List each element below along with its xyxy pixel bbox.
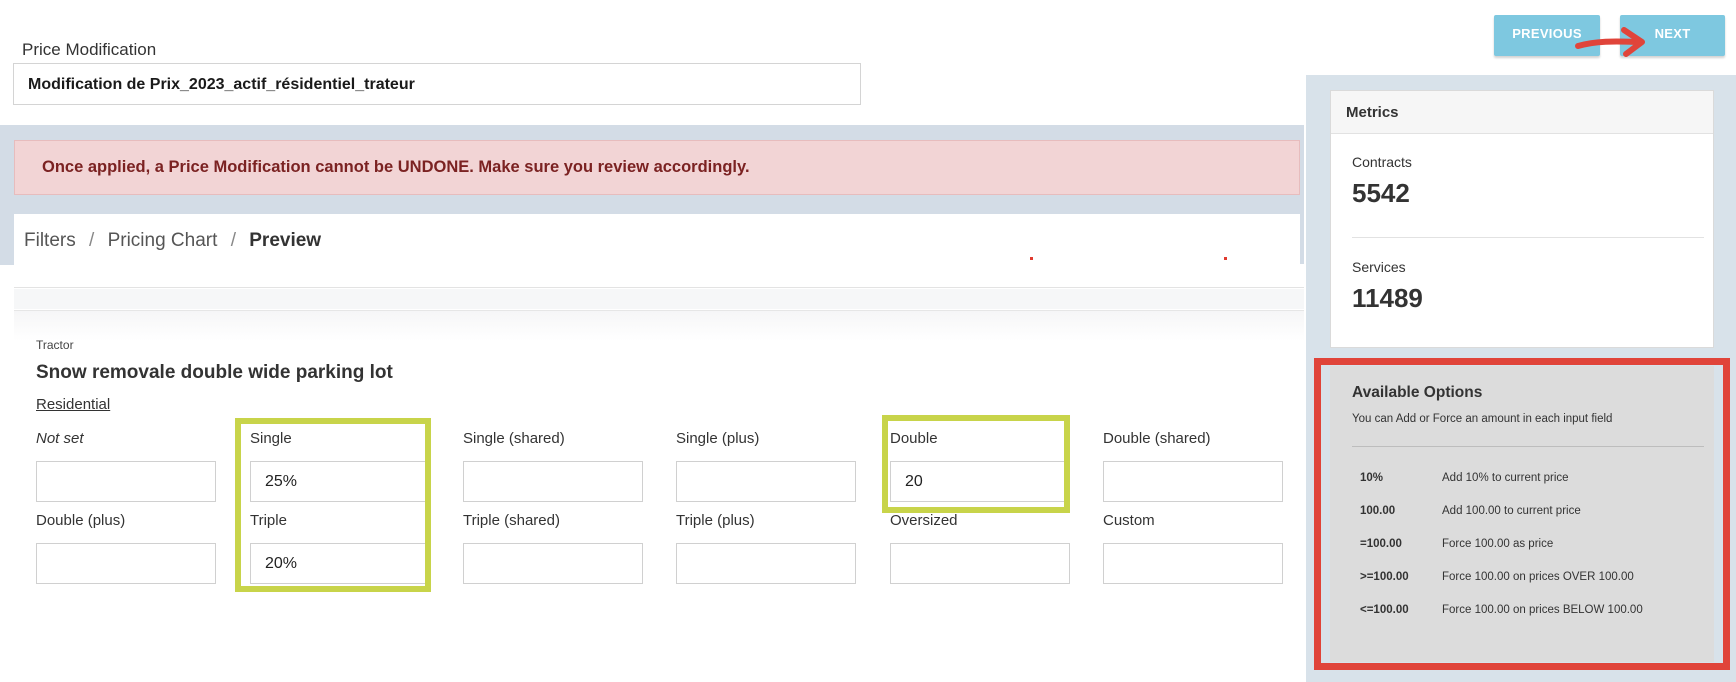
price-input-custom[interactable] [1103,543,1283,584]
price-input-single-shared[interactable] [463,461,643,502]
breadcrumb-item-filters[interactable]: Filters [24,230,76,251]
field-label-double-plus: Double (plus) [36,512,126,529]
breadcrumb: Filters / Pricing Chart / Preview [14,214,1300,264]
available-options-title: Available Options [1352,384,1483,401]
irreversible-warning-alert: Once applied, a Price Modification canno… [14,140,1300,195]
metrics-divider [1352,237,1704,238]
field-label-single: Single [250,430,292,447]
option-description: Add 10% to current price [1442,472,1569,484]
zone-link[interactable]: Residential [36,396,110,413]
price-modification-label: Price Modification [22,40,157,59]
red-mark [1030,257,1033,260]
field-label-triple: Triple [250,512,287,529]
service-category: Tractor [36,338,74,352]
price-input-single[interactable] [250,461,430,502]
price-modification-name-field[interactable]: Modification de Prix_2023_actif_résident… [13,63,861,105]
option-code: >=100.00 [1360,571,1409,583]
price-input-not-set[interactable] [36,461,216,502]
breadcrumb-item-preview: Preview [249,230,322,251]
red-mark [1224,257,1227,260]
option-code: =100.00 [1360,538,1402,550]
options-divider [1352,446,1704,447]
arrow-annotation-icon [1575,27,1645,57]
option-code: 10% [1360,472,1384,484]
price-input-double-shared[interactable] [1103,461,1283,502]
breadcrumb-item-pricing-chart[interactable]: Pricing Chart [108,230,218,251]
field-label-single-shared: Single (shared) [463,430,565,447]
price-input-triple-shared[interactable] [463,543,643,584]
field-label-oversized: Oversized [890,512,958,529]
section-gap [14,289,1304,309]
field-label-triple-shared: Triple (shared) [463,512,560,529]
price-input-double[interactable] [890,461,1070,502]
price-input-triple[interactable] [250,543,430,584]
field-label-not-set: Not set [36,430,84,447]
option-code: <=100.00 [1360,604,1409,616]
field-label-double-shared: Double (shared) [1103,430,1211,447]
metrics-title: Metrics [1331,91,1713,134]
breadcrumb-separator: / [89,230,95,251]
option-code: 100.00 [1360,505,1396,517]
field-label-custom: Custom [1103,512,1155,529]
price-input-single-plus[interactable] [676,461,856,502]
price-input-double-plus[interactable] [36,543,216,584]
option-description: Force 100.00 on prices OVER 100.00 [1442,571,1634,583]
contracts-label: Contracts [1352,154,1412,170]
option-description: Add 100.00 to current price [1442,505,1581,517]
price-input-triple-plus[interactable] [676,543,856,584]
field-label-single-plus: Single (plus) [676,430,760,447]
field-label-double: Double [890,430,938,447]
price-input-oversized[interactable] [890,543,1070,584]
service-title: Snow removale double wide parking lot [36,362,393,383]
option-description: Force 100.00 as price [1442,538,1554,550]
breadcrumb-separator: / [230,230,236,251]
breadcrumb-footer [14,264,1304,288]
available-options-subtitle: You can Add or Force an amount in each i… [1352,413,1613,425]
field-label-triple-plus: Triple (plus) [676,512,755,529]
contracts-count: 5542 [1352,178,1410,208]
services-label: Services [1352,259,1406,275]
option-description: Force 100.00 on prices BELOW 100.00 [1442,604,1643,616]
services-count: 11489 [1352,283,1423,313]
